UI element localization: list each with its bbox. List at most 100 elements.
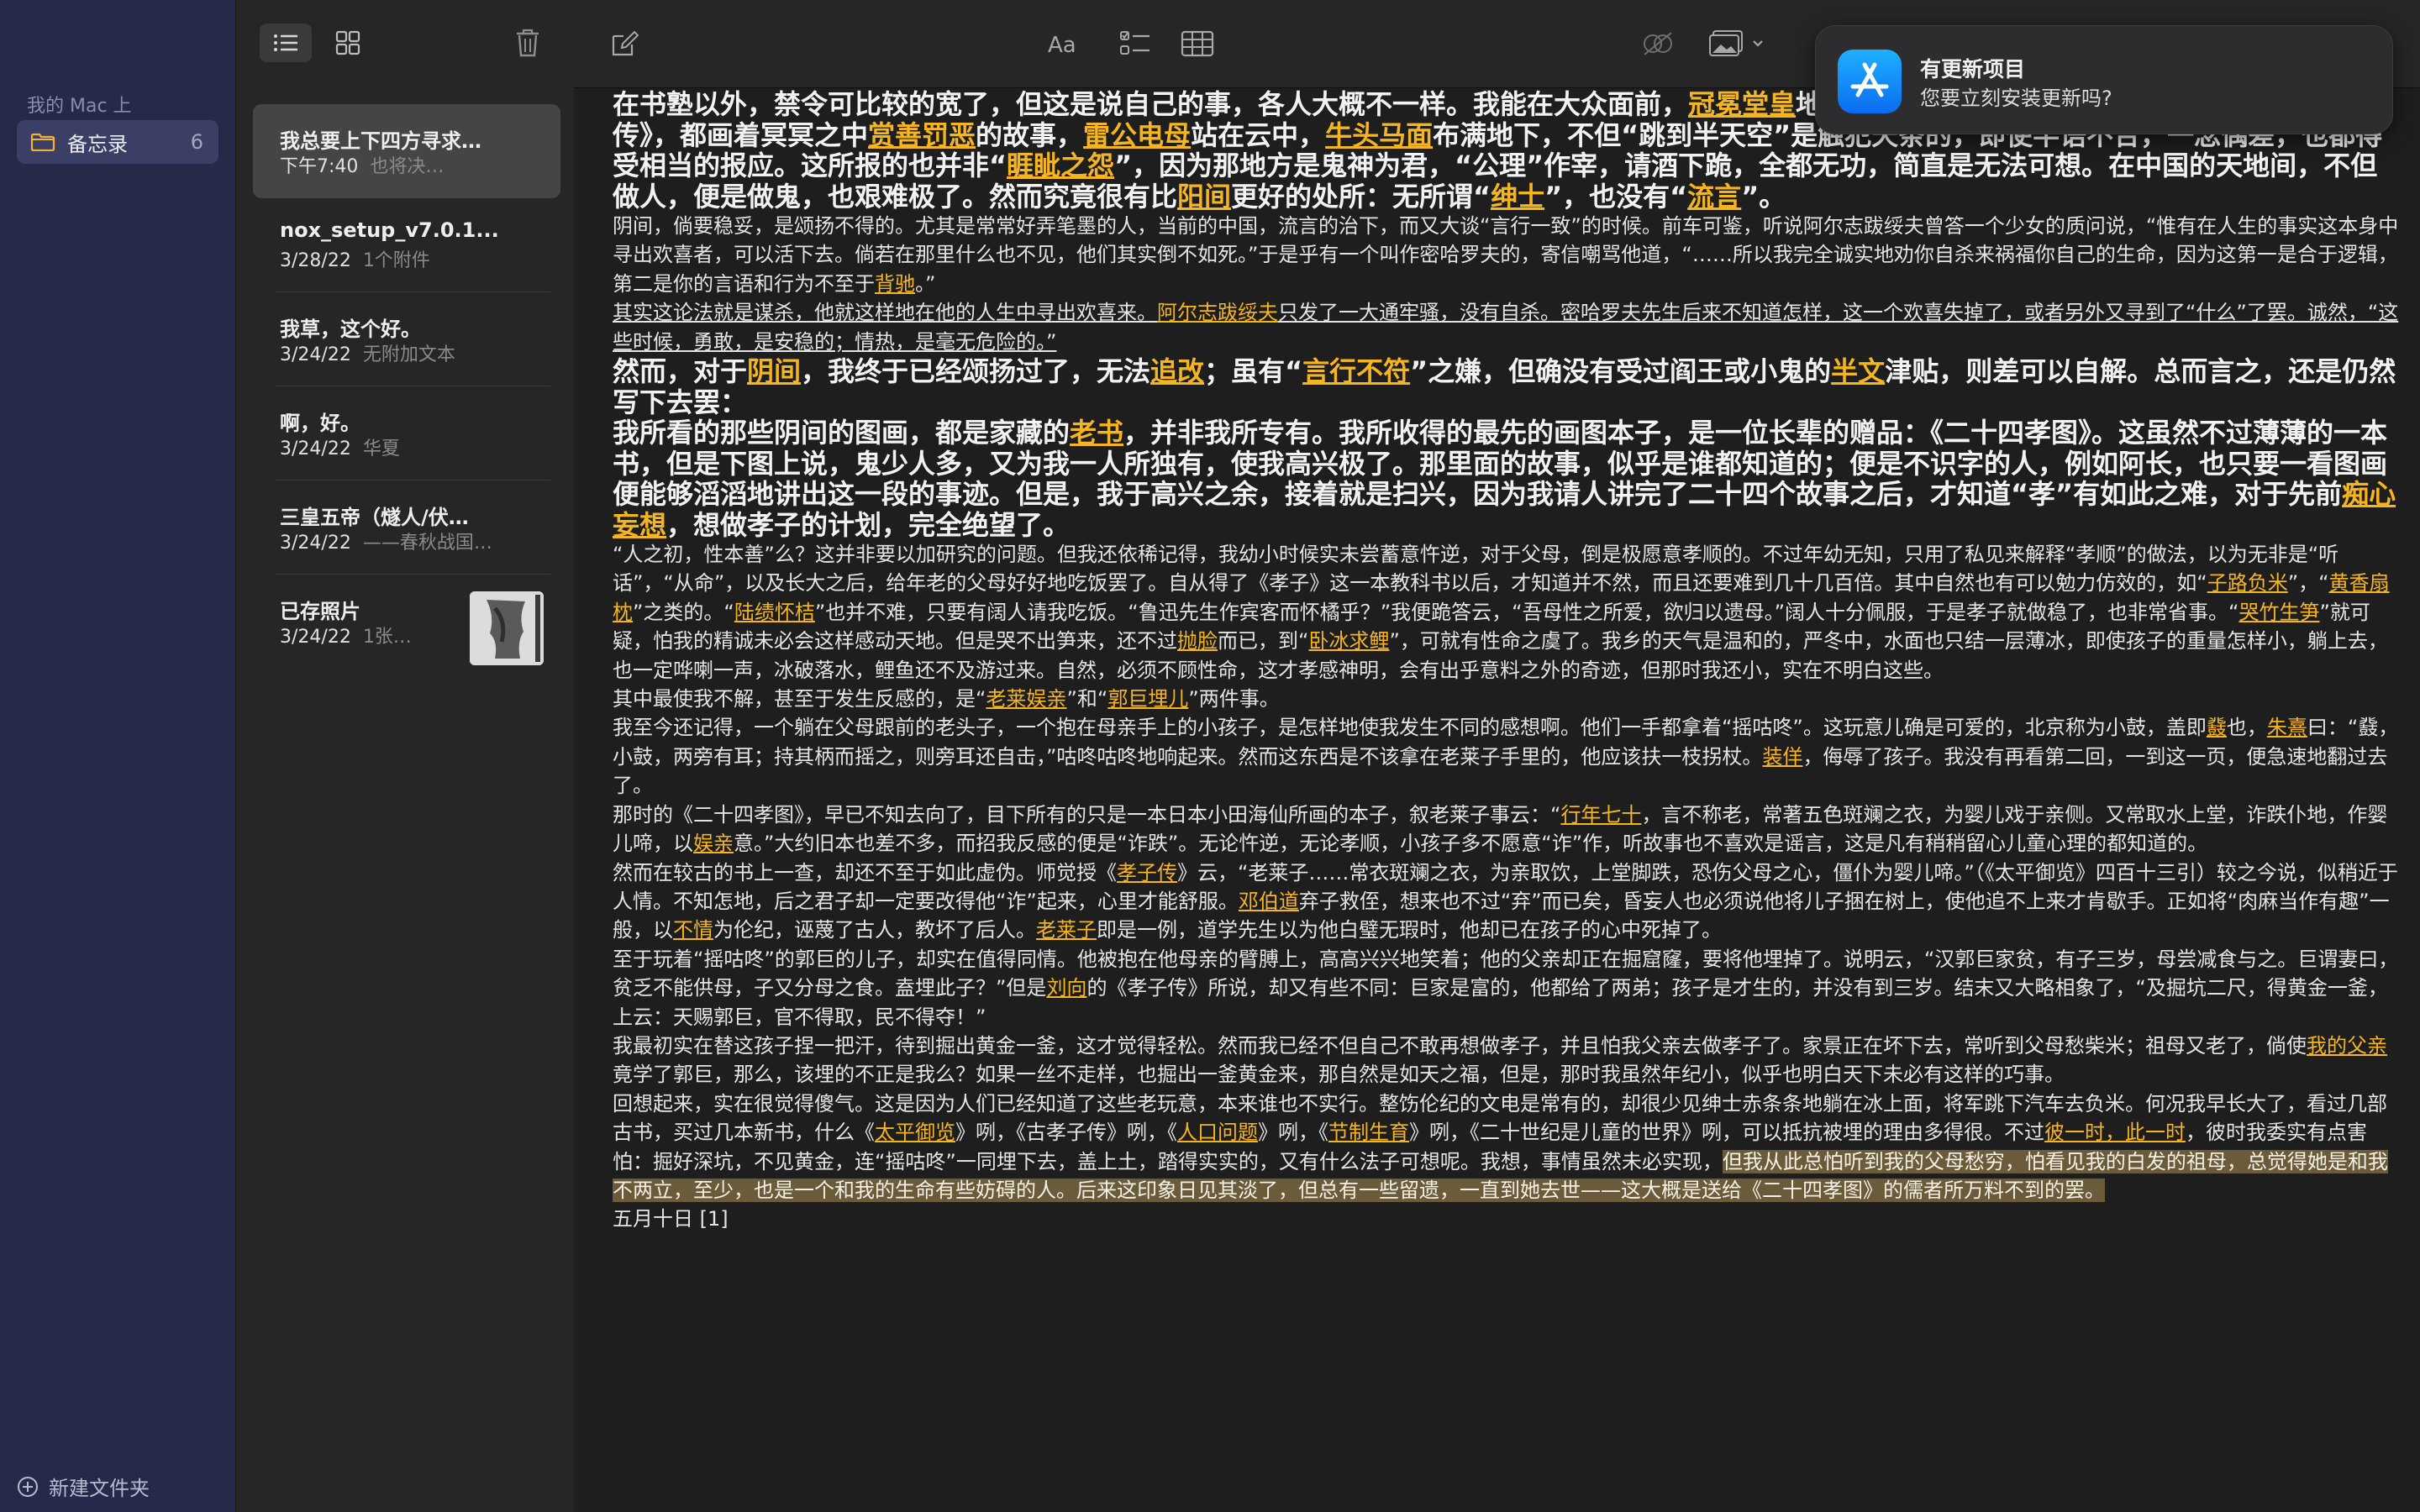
section-label-on-my-mac: 我的 Mac 上 (27, 96, 132, 117)
text-run: 竟学了郭巨，那么，该埋的不正是我么？如果一丝不走样，也掘出一釜黄金来，那自然是如… (613, 1063, 2065, 1087)
lookup-link[interactable]: 鼗 (2207, 716, 2227, 739)
lookup-link[interactable]: 老书 (1070, 417, 1123, 449)
lookup-link[interactable]: 彼一时，此一时 (2044, 1121, 2186, 1144)
paragraph: 然而在较古的书上一查，却还不至于如此虚伪。师觉授《孝子传》云，“老莱子……常衣斑… (613, 858, 2402, 945)
lookup-link[interactable]: 陆绩怀桔 (734, 601, 815, 624)
lookup-link[interactable]: 老莱子 (1036, 918, 1097, 942)
media-button[interactable] (1708, 27, 1767, 60)
note-title: 三皇五帝（燧人/伏… (280, 506, 469, 529)
note-meta: 3/28/22 1个附件 (280, 245, 498, 272)
checklist-button[interactable] (1117, 27, 1154, 60)
lookup-link[interactable]: 背驰 (875, 272, 915, 296)
note-item[interactable]: 已存照片 3/24/22 1张… (253, 575, 560, 669)
lookup-link[interactable]: 哭竹生笋 (2238, 601, 2319, 624)
lookup-link[interactable]: 赏善罚恶 (868, 119, 976, 151)
photo-image (470, 591, 544, 665)
lookup-link[interactable]: 老莱娱亲 (986, 687, 1066, 711)
folder-icon (30, 133, 55, 151)
text-run: 然而在较古的书上一查，却还不至于如此虚伪。师觉授《 (613, 860, 1117, 885)
lookup-link[interactable]: 雷公电母 (1083, 119, 1191, 151)
lookup-link[interactable]: 装佯 (1762, 745, 1802, 769)
note-meta: 3/24/22 华夏 (280, 433, 498, 460)
note-item[interactable]: 我总要上下四方寻求… 下午7:40 也将决… (253, 104, 560, 198)
compose-button[interactable] (606, 27, 643, 60)
lookup-link[interactable]: 牛头马面 (1325, 119, 1433, 151)
format-button[interactable]: Aa (1046, 27, 1092, 60)
lookup-link[interactable]: 孝子传 (1117, 861, 1177, 885)
note-meta: 3/24/22 ——春秋战国… (280, 528, 498, 554)
text-run: ”。 (1741, 180, 1786, 213)
lookup-link[interactable]: 行年七十 (1560, 803, 1641, 827)
lookup-link[interactable]: 流言 (1687, 181, 1741, 213)
lock-icon (1644, 32, 1672, 55)
lookup-link[interactable]: 郭巨埋儿 (1107, 687, 1188, 711)
grid-icon (335, 30, 360, 55)
table-icon (1181, 30, 1214, 57)
lookup-link[interactable]: 抛脸 (1177, 629, 1218, 653)
note-title: 啊，好。 (280, 412, 360, 435)
note-preview: 无附加文本 (362, 344, 455, 365)
lookup-link[interactable]: 太平御览 (875, 1121, 955, 1144)
note-body[interactable]: 在书塾以外，禁令可比较的宽了，但这是说自己的事，各人大概不一样。我能在大众面前，… (613, 89, 2402, 1500)
delete-note-button[interactable] (507, 22, 549, 64)
lookup-link[interactable]: 睚眦之怨 (1007, 150, 1114, 181)
text-run: ”也并不难，只要有阔人请我吃饭。“鲁迅先生作宾客而怀橘乎？”我便跪答云，“吾母性… (814, 600, 2239, 624)
compose-icon (612, 30, 639, 56)
lookup-link[interactable]: 追改 (1150, 355, 1204, 387)
note-item[interactable]: 啊，好。 3/24/22 华夏 (253, 386, 560, 480)
text-run: 意。”大约旧本也差不多，而招我反感的便是“诈跌”。无论忤逆，无论孝顺，小孩子多不… (734, 832, 2208, 856)
lookup-link[interactable]: 阳间 (1177, 181, 1231, 213)
text-run: ；虽有“ (1204, 355, 1303, 388)
text-run: ”和“ (1066, 687, 1108, 711)
lookup-link[interactable]: 节制生育 (1328, 1121, 1409, 1144)
lookup-link[interactable]: 半文 (1831, 355, 1885, 387)
lookup-link[interactable]: 娱亲 (693, 832, 734, 855)
list-view-button[interactable] (260, 24, 312, 62)
lookup-link[interactable]: 我的父亲 (2307, 1034, 2387, 1058)
text-run: ，想做孝子的计划，完全绝望了。 (666, 508, 1071, 541)
lookup-link[interactable]: 绅士 (1491, 181, 1544, 213)
folder-note-count: 6 (190, 130, 203, 154)
note-item[interactable]: 我草，这个好。 3/24/22 无附加文本 (253, 292, 560, 386)
note-title: 已存照片 (280, 600, 360, 623)
lock-note-button[interactable] (1639, 27, 1676, 60)
lookup-link[interactable]: 邓伯道 (1239, 890, 1299, 913)
list-icon (274, 34, 297, 51)
folder-notes[interactable]: 备忘录 6 (17, 120, 218, 164)
lookup-link[interactable]: 阿尔志跋绥夫 (1157, 301, 1278, 324)
lookup-link[interactable]: 卧冰求鲤 (1308, 629, 1389, 653)
lookup-link[interactable]: 朱熹 (2267, 716, 2307, 739)
text-run: ，我终于已经颂扬过了，无法 (801, 355, 1151, 388)
note-item[interactable]: nox_setup_v7.0.1.... 3/28/22 1个附件 (253, 198, 560, 292)
note-preview: 华夏 (362, 438, 400, 459)
text-run: 即是一例，道学先生以为他白璧无瑕时，他却已在孩子的心中死掉了。 (1097, 918, 1722, 942)
lookup-link[interactable]: 冠冕堂皇 (1688, 89, 1796, 120)
table-button[interactable] (1179, 27, 1216, 60)
new-folder-button[interactable]: 新建文件夹 (17, 1472, 150, 1501)
plus-circle-icon (18, 1476, 38, 1497)
lookup-link[interactable]: 言行不符 (1302, 355, 1410, 387)
new-folder-label: 新建文件夹 (49, 1477, 150, 1500)
folder-label: 备忘录 (67, 132, 128, 156)
text-run: 我所看的那些阴间的图画，都是家藏的 (613, 417, 1071, 449)
text-run: 其实这论法就是谋杀，他就这样地在他的人生中寻出欢喜来。 (613, 301, 1157, 325)
lookup-link[interactable]: 不情 (673, 918, 713, 942)
note-item[interactable]: 三皇五帝（燧人/伏… 3/24/22 ——春秋战国… (253, 480, 560, 575)
text-run: 在书塾以外，禁令可比较的宽了，但这是说自己的事，各人大概不一样。我能在大众面前， (613, 89, 1689, 120)
photo-media-icon (1709, 30, 1763, 56)
update-notification[interactable]: 有更新项目 您要立刻安装更新吗? (1815, 25, 2393, 134)
note-date: 下午7:40 (280, 156, 359, 177)
folders-sidebar: 我的 Mac 上 备忘录 6 新建文件夹 (0, 0, 235, 1512)
lookup-link[interactable]: 子路负米 (2207, 571, 2288, 595)
bold-paragraph: 我所看的那些阴间的图画，都是家藏的老书，并非我所专有。我所收得的最先的画图本子，… (613, 417, 2402, 540)
note-editor: Aa 在书塾以外，禁令可比较的宽了，但这是说自己的事，各人大概不一样。我能在大众… (574, 0, 2420, 1512)
text-run: 然而，对于 (613, 355, 748, 388)
lookup-link[interactable]: 刘向 (1046, 976, 1086, 1000)
app-store-icon (1838, 50, 1902, 113)
lookup-link[interactable]: 阴间 (747, 355, 801, 387)
text-run: 其中最使我不解，甚至于发生反感的，是“ (613, 687, 986, 711)
gallery-view-button[interactable] (327, 24, 369, 62)
lookup-link[interactable]: 人口问题 (1177, 1121, 1258, 1144)
note-date: 3/28/22 (280, 250, 351, 271)
notification-body: 您要立刻安装更新吗? (1920, 87, 2112, 110)
